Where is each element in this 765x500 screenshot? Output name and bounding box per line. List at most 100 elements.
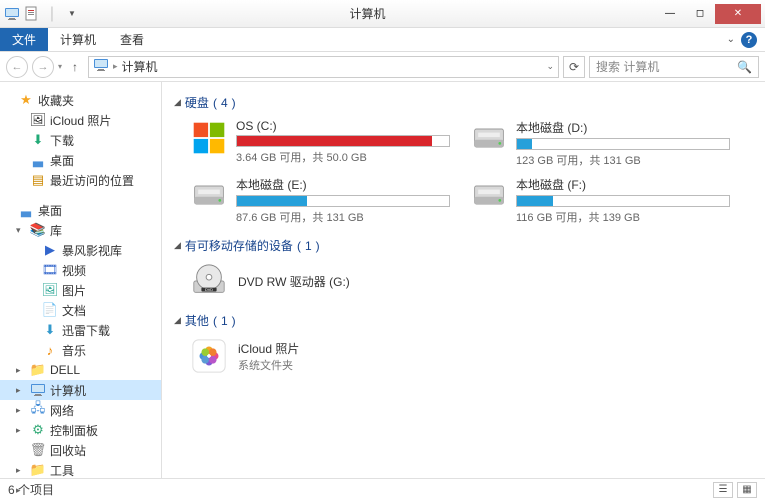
control-panel-icon: ⚙ xyxy=(30,422,46,438)
svg-text:DVD: DVD xyxy=(205,288,213,292)
drives-list: OS (C:)3.64 GB 可用，共 50.0 GB 本地磁盘 (D:) 123 … xyxy=(190,119,753,225)
address-box[interactable]: ▸ 计算机 ⌄ xyxy=(88,56,559,78)
window-controls: — ◻ ✕ xyxy=(655,4,761,24)
close-button[interactable]: ✕ xyxy=(715,4,761,24)
item-subtitle: 系统文件夹 xyxy=(238,357,299,373)
chevron-down-icon[interactable]: ▾ xyxy=(16,225,26,236)
drive-item[interactable]: 本地磁盘 (D:) 123 GB 可用，共 131 GB xyxy=(470,119,730,168)
minimize-button[interactable]: — xyxy=(655,4,685,24)
icons-view-button[interactable]: ▦ xyxy=(737,482,757,498)
drive-icon xyxy=(470,176,508,214)
video-icon: ▶ xyxy=(42,242,58,258)
drive-detail: 123 GB 可用，共 131 GB xyxy=(516,152,730,168)
sidebar-item-baofeng[interactable]: ▶暴风影视库 xyxy=(0,240,161,260)
navigation-pane: ★收藏夹 🖼iCloud 照片 ⬇下载 ▃桌面 ▤最近访问的位置 ▃桌面 ▾📚库… xyxy=(0,82,162,478)
address-bar: ← → ▾ ↑ ▸ 计算机 ⌄ ⟳ 搜索 计算机 🔍 xyxy=(0,52,765,82)
status-text: 6 个项目 xyxy=(8,481,54,498)
sidebar-item-music[interactable]: ♪音乐 xyxy=(0,340,161,360)
forward-button[interactable]: → xyxy=(32,56,54,78)
usage-bar xyxy=(236,195,450,207)
breadcrumb[interactable]: 计算机 xyxy=(122,58,158,75)
chevron-right-icon[interactable]: ▸ xyxy=(16,365,26,376)
ribbon-tab-view[interactable]: 查看 xyxy=(108,28,156,51)
download-icon: ⬇ xyxy=(42,322,58,338)
status-bar: 6 个项目 ☰ ▦ xyxy=(0,478,765,500)
chevron-down-icon[interactable]: ⌄ xyxy=(727,34,735,45)
usage-bar xyxy=(236,135,450,147)
sidebar-item-recent[interactable]: ▤最近访问的位置 xyxy=(0,170,161,190)
dvd-icon: DVD xyxy=(190,262,228,300)
file-tab[interactable]: 文件 xyxy=(0,28,48,51)
drive-item[interactable]: 本地磁盘 (E:) 87.6 GB 可用，共 131 GB xyxy=(190,176,450,225)
address-dropdown-icon[interactable]: ⌄ xyxy=(546,61,554,72)
document-icon: 📄 xyxy=(42,302,58,318)
sidebar-item-network[interactable]: ▸🖧网络 xyxy=(0,400,161,420)
recent-icon: ▤ xyxy=(30,172,46,188)
download-icon: ⬇ xyxy=(30,132,46,148)
maximize-button[interactable]: ◻ xyxy=(685,4,715,24)
group-header-removable[interactable]: ◢ 有可移动存储的设备 (1) xyxy=(174,237,753,254)
sidebar-item-control-panel[interactable]: ▸⚙控制面板 xyxy=(0,420,161,440)
sidebar-item-pictures[interactable]: 🖼图片 xyxy=(0,280,161,300)
window-title: 计算机 xyxy=(80,5,655,22)
sidebar-item-icloud-photos[interactable]: 🖼iCloud 照片 xyxy=(0,110,161,130)
ribbon: 文件 计算机 查看 ⌄ ? xyxy=(0,28,765,52)
qat-divider: | xyxy=(44,6,60,22)
folder-icon: 📁 xyxy=(30,462,46,478)
sidebar-item-xunlei[interactable]: ⬇迅雷下载 xyxy=(0,320,161,340)
sidebar-item-tools[interactable]: ▸📁工具 xyxy=(0,460,161,478)
chevron-right-icon[interactable]: ▸ xyxy=(16,425,26,436)
search-placeholder: 搜索 计算机 xyxy=(596,58,659,75)
drive-label: 本地磁盘 (E:) xyxy=(236,176,450,193)
search-input[interactable]: 搜索 计算机 🔍 xyxy=(589,56,759,78)
refresh-button[interactable]: ⟳ xyxy=(563,56,585,78)
sidebar-item-documents[interactable]: 📄文档 xyxy=(0,300,161,320)
chevron-right-icon[interactable]: ▸ xyxy=(16,385,26,396)
star-icon: ★ xyxy=(18,92,34,108)
drive-detail: 87.6 GB 可用，共 131 GB xyxy=(236,209,450,225)
qat-dropdown-icon[interactable]: ▼ xyxy=(64,6,80,22)
drive-label: 本地磁盘 (D:) xyxy=(516,119,730,136)
up-button[interactable]: ↑ xyxy=(66,60,84,74)
help-icon[interactable]: ? xyxy=(741,32,757,48)
sidebar-desktop-root[interactable]: ▃桌面 xyxy=(0,200,161,220)
history-dropdown-icon[interactable]: ▾ xyxy=(58,62,62,71)
sidebar-item-recycle-bin[interactable]: 🗑回收站 xyxy=(0,440,161,460)
sidebar-item-downloads[interactable]: ⬇下载 xyxy=(0,130,161,150)
sidebar-item-desktop[interactable]: ▃桌面 xyxy=(0,150,161,170)
other-item-icloud[interactable]: iCloud 照片 系统文件夹 xyxy=(190,337,753,375)
ribbon-tab-computer[interactable]: 计算机 xyxy=(48,28,108,51)
group-header-other[interactable]: ◢ 其他 (1) xyxy=(174,312,753,329)
music-icon: ♪ xyxy=(42,342,58,358)
drive-icon xyxy=(190,176,228,214)
sidebar-library[interactable]: ▾📚库 xyxy=(0,220,161,240)
desktop-icon: ▃ xyxy=(30,152,46,168)
computer-icon xyxy=(93,57,109,76)
chevron-right-icon[interactable]: ▸ xyxy=(16,405,26,416)
picture-icon: 🖼 xyxy=(42,282,58,298)
network-icon: 🖧 xyxy=(30,402,46,418)
computer-icon xyxy=(30,382,46,398)
drive-item[interactable]: 本地磁盘 (F:)116 GB 可用，共 139 GB xyxy=(470,176,730,225)
breadcrumb-sep-icon[interactable]: ▸ xyxy=(113,61,118,72)
drive-detail: 116 GB 可用，共 139 GB xyxy=(516,209,730,225)
sidebar-item-computer[interactable]: ▸计算机 xyxy=(0,380,161,400)
usage-bar xyxy=(516,195,730,207)
removable-item-dvd[interactable]: DVD DVD RW 驱动器 (G:) xyxy=(190,262,753,300)
back-button[interactable]: ← xyxy=(6,56,28,78)
drive-icon xyxy=(190,119,228,157)
folder-icon: 📁 xyxy=(30,362,46,378)
drive-item[interactable]: OS (C:)3.64 GB 可用，共 50.0 GB xyxy=(190,119,450,168)
desktop-icon: ▃ xyxy=(18,202,34,218)
photos-icon xyxy=(190,337,228,375)
photo-icon: 🖼 xyxy=(30,112,46,128)
chevron-down-icon: ◢ xyxy=(174,97,181,108)
sidebar-item-dell[interactable]: ▸📁DELL xyxy=(0,360,161,380)
sidebar-favorites[interactable]: ★收藏夹 xyxy=(0,90,161,110)
properties-icon[interactable] xyxy=(24,6,40,22)
sidebar-item-videos[interactable]: 🎞视频 xyxy=(0,260,161,280)
chevron-right-icon[interactable]: ▸ xyxy=(16,465,26,476)
drive-detail: 3.64 GB 可用，共 50.0 GB xyxy=(236,149,450,165)
details-view-button[interactable]: ☰ xyxy=(713,482,733,498)
group-header-drives[interactable]: ◢ 硬盘 (4) xyxy=(174,94,753,111)
